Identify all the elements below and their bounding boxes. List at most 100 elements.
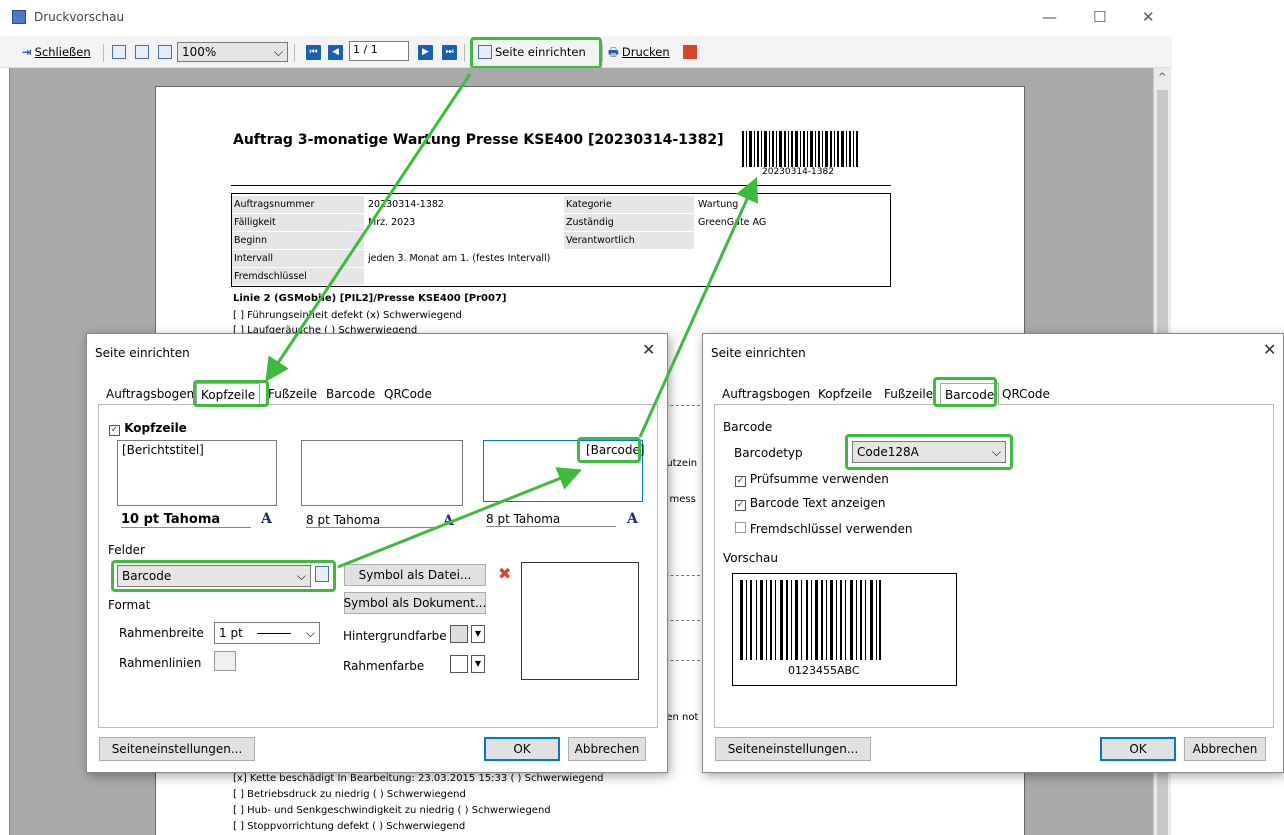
single-page-button[interactable] bbox=[112, 42, 126, 62]
page-input[interactable]: 1 / 1 bbox=[349, 41, 409, 61]
multi-page-button[interactable] bbox=[135, 42, 149, 62]
info-label: Kategorie bbox=[564, 196, 694, 213]
print-preview-window: Druckvorschau — ☐ ✕ ⇥ Schließen 100% ⌵ ⏮ … bbox=[0, 0, 1284, 835]
fit-page-button[interactable] bbox=[158, 42, 172, 62]
info-value: Mrz. 2023 bbox=[368, 217, 416, 228]
defect-line: [ ] Stoppvorrichtung defekt ( ) Schwerwi… bbox=[233, 821, 466, 832]
printer-icon: 🖶 bbox=[608, 45, 619, 59]
info-label: Fremdschlüssel bbox=[232, 268, 364, 285]
close-icon[interactable]: ✕ bbox=[642, 340, 655, 359]
page-settings-button[interactable]: Seiteneinstellungen... bbox=[715, 737, 871, 761]
font-center[interactable]: 8 pt Tahoma bbox=[306, 513, 436, 528]
info-value: jeden 3. Monat am 1. (festes Intervall) bbox=[368, 253, 551, 264]
cancel-button[interactable]: Abbrechen bbox=[1184, 737, 1266, 761]
format-label: Format bbox=[108, 598, 151, 612]
symbol-preview bbox=[521, 562, 639, 680]
ok-button[interactable]: OK bbox=[484, 737, 560, 761]
tab-fusszeile[interactable]: Fußzeile bbox=[880, 383, 937, 405]
kopfzeile-tab-highlight bbox=[193, 380, 269, 407]
delete-icon[interactable]: ✖ bbox=[498, 564, 511, 583]
ok-button[interactable]: OK bbox=[1100, 737, 1176, 761]
close-icon[interactable]: ✕ bbox=[1263, 340, 1276, 359]
checkbox-unchecked-icon bbox=[735, 522, 746, 533]
cancel-button[interactable]: Abbrechen bbox=[568, 737, 646, 761]
info-label: Verantwortlich bbox=[564, 232, 694, 249]
tab-auftragsbogen[interactable]: Auftragsbogen bbox=[718, 383, 814, 405]
tab-fusszeile[interactable]: Fußzeile bbox=[264, 383, 321, 405]
header-left-box[interactable]: [Berichtstitel] bbox=[117, 440, 277, 506]
export-pdf-button[interactable] bbox=[683, 42, 697, 62]
close-icon[interactable]: ✕ bbox=[1142, 8, 1155, 26]
frame-width-label: Rahmenbreite bbox=[119, 626, 204, 640]
info-value: GreenGate AG bbox=[698, 217, 767, 228]
font-icon[interactable]: A bbox=[443, 513, 454, 529]
tab-kopfzeile[interactable]: Kopfzeile bbox=[814, 383, 876, 405]
barcode-field-highlight bbox=[577, 437, 641, 463]
close-preview-button[interactable]: ⇥ Schließen bbox=[22, 42, 91, 62]
preview-label: Vorschau bbox=[723, 551, 778, 565]
info-label: Fälligkeit bbox=[232, 214, 364, 231]
tab-qrcode[interactable]: QRCode bbox=[998, 383, 1054, 405]
header-checkbox[interactable]: ✓ Kopfzeile bbox=[109, 421, 187, 436]
font-left[interactable]: 10 pt Tahoma bbox=[121, 512, 251, 528]
last-page-icon[interactable]: ⏭ bbox=[442, 45, 457, 60]
bg-color-swatch[interactable] bbox=[450, 625, 468, 643]
info-label: Auftragsnummer bbox=[232, 196, 364, 213]
symbol-file-button[interactable]: Symbol als Datei... bbox=[344, 564, 486, 586]
document-barcode-text: 20230314-1382 bbox=[762, 167, 834, 177]
document-title: Auftrag 3-monatige Wartung Presse KSE400… bbox=[233, 132, 724, 148]
header-center-box[interactable] bbox=[301, 440, 463, 506]
defect-line: [ ] Hub- und Senkgeschwindigkeit zu nied… bbox=[233, 805, 551, 816]
window-title: Druckvorschau bbox=[34, 10, 125, 24]
minimize-icon[interactable]: — bbox=[1042, 8, 1057, 26]
font-icon[interactable]: A bbox=[261, 511, 272, 527]
dialog-title: Seite einrichten bbox=[711, 346, 806, 360]
tab-barcode[interactable]: Barcode bbox=[322, 383, 379, 405]
frame-lines-icon[interactable] bbox=[214, 651, 236, 671]
zoom-combo[interactable]: 100% ⌵ bbox=[177, 42, 288, 62]
single-page-icon bbox=[112, 45, 126, 59]
frame-color-label: Rahmenfarbe bbox=[343, 659, 425, 673]
tab-qrcode[interactable]: QRCode bbox=[380, 383, 436, 405]
chevron-down-icon: ⌵ bbox=[273, 44, 283, 59]
fit-page-icon bbox=[158, 45, 172, 59]
next-page-icon[interactable]: ▶ bbox=[418, 45, 433, 60]
maximize-icon[interactable]: ☐ bbox=[1093, 8, 1106, 26]
print-button[interactable]: 🖶 Drucken bbox=[608, 42, 670, 62]
header-rule bbox=[231, 185, 891, 186]
tab-auftragsbogen[interactable]: Auftragsbogen bbox=[102, 383, 198, 405]
separator bbox=[103, 44, 104, 62]
preview-barcode-text: 0123455ABC bbox=[788, 664, 860, 677]
font-icon[interactable]: A bbox=[627, 511, 638, 527]
app-icon bbox=[12, 10, 26, 24]
info-value: 20230314-1382 bbox=[368, 199, 444, 210]
exit-icon: ⇥ bbox=[22, 45, 32, 59]
fields-highlight bbox=[111, 560, 336, 592]
scroll-up-icon[interactable]: ^ bbox=[1158, 72, 1166, 83]
barcode-tab-highlight bbox=[933, 377, 997, 407]
checksum-checkbox[interactable]: ✓ Prüfsumme verwenden bbox=[735, 472, 889, 487]
bg-color-label: Hintergrundfarbe bbox=[343, 629, 447, 643]
first-page-icon[interactable]: ⏮ bbox=[306, 45, 321, 60]
dropdown-arrow-icon[interactable]: ▼ bbox=[471, 625, 485, 643]
font-right[interactable]: 8 pt Tahoma bbox=[486, 512, 616, 527]
foreign-key-checkbox[interactable]: Fremdschlüssel verwenden bbox=[735, 522, 912, 536]
multi-page-icon bbox=[135, 45, 149, 59]
info-value: Wartung bbox=[698, 199, 739, 210]
fields-label: Felder bbox=[108, 543, 145, 557]
line-sample bbox=[257, 632, 292, 634]
show-text-checkbox[interactable]: ✓ Barcode Text anzeigen bbox=[735, 496, 886, 511]
frame-color-swatch[interactable] bbox=[450, 655, 468, 673]
checkbox-checked-icon: ✓ bbox=[109, 425, 120, 436]
defect-line: [ ] Betriebsdruck zu niedrig ( ) Schwerw… bbox=[233, 789, 466, 800]
symbol-document-button[interactable]: Symbol als Dokument... bbox=[344, 592, 486, 614]
page-settings-button[interactable]: Seiteneinstellungen... bbox=[99, 737, 255, 761]
separator bbox=[294, 44, 295, 62]
defect-line: [ ] Führungseinheit defekt (x) Schwerwie… bbox=[233, 310, 462, 321]
dropdown-arrow-icon[interactable]: ▼ bbox=[471, 655, 485, 673]
checkbox-checked-icon: ✓ bbox=[735, 476, 746, 487]
prev-page-icon[interactable]: ◀ bbox=[328, 45, 343, 60]
info-label: Zuständig bbox=[564, 214, 694, 231]
barcode-group-label: Barcode bbox=[723, 420, 773, 434]
frame-width-combo[interactable]: 1 pt ⌵ bbox=[214, 622, 320, 644]
